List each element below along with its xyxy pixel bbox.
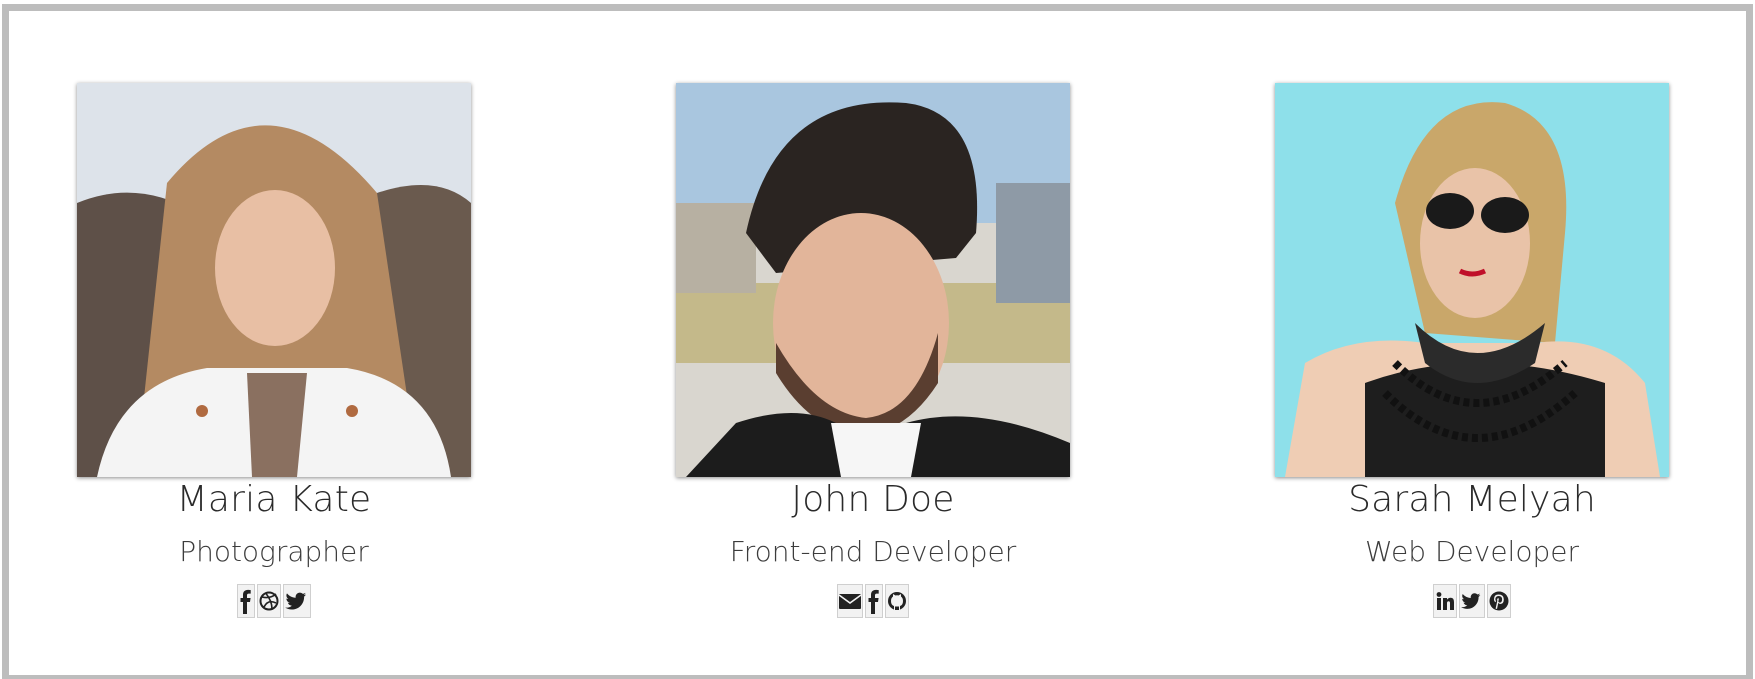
member-name: John Doe [791,479,955,520]
facebook-icon[interactable] [865,584,883,618]
linkedin-icon[interactable] [1433,584,1457,618]
facebook-icon[interactable] [237,584,255,618]
team-photo-sarah-melyah [1275,83,1669,477]
member-name: Maria Kate [176,479,372,520]
member-role: Web Developer [1365,535,1579,568]
twitter-icon[interactable] [283,584,311,618]
github-icon[interactable] [885,584,909,618]
team-photo-maria-kate [77,83,471,477]
social-links [676,584,1070,618]
member-role: Front-end Developer [729,535,1017,568]
team-card-maria-kate: Maria Kate Photographer [77,83,471,618]
dribbble-icon[interactable] [257,584,281,618]
team-card-sarah-melyah: Sarah Melyah Web Developer [1275,83,1669,618]
member-name: Sarah Melyah [1348,479,1596,520]
twitter-icon[interactable] [1459,584,1485,618]
social-links [77,584,471,618]
team-card-john-doe: John Doe Front-end Developer [676,83,1070,618]
social-links [1275,584,1669,618]
member-role: Photographer [179,535,369,568]
pinterest-icon[interactable] [1487,584,1511,618]
team-photo-john-doe [676,83,1070,477]
envelope-icon[interactable] [837,584,863,618]
